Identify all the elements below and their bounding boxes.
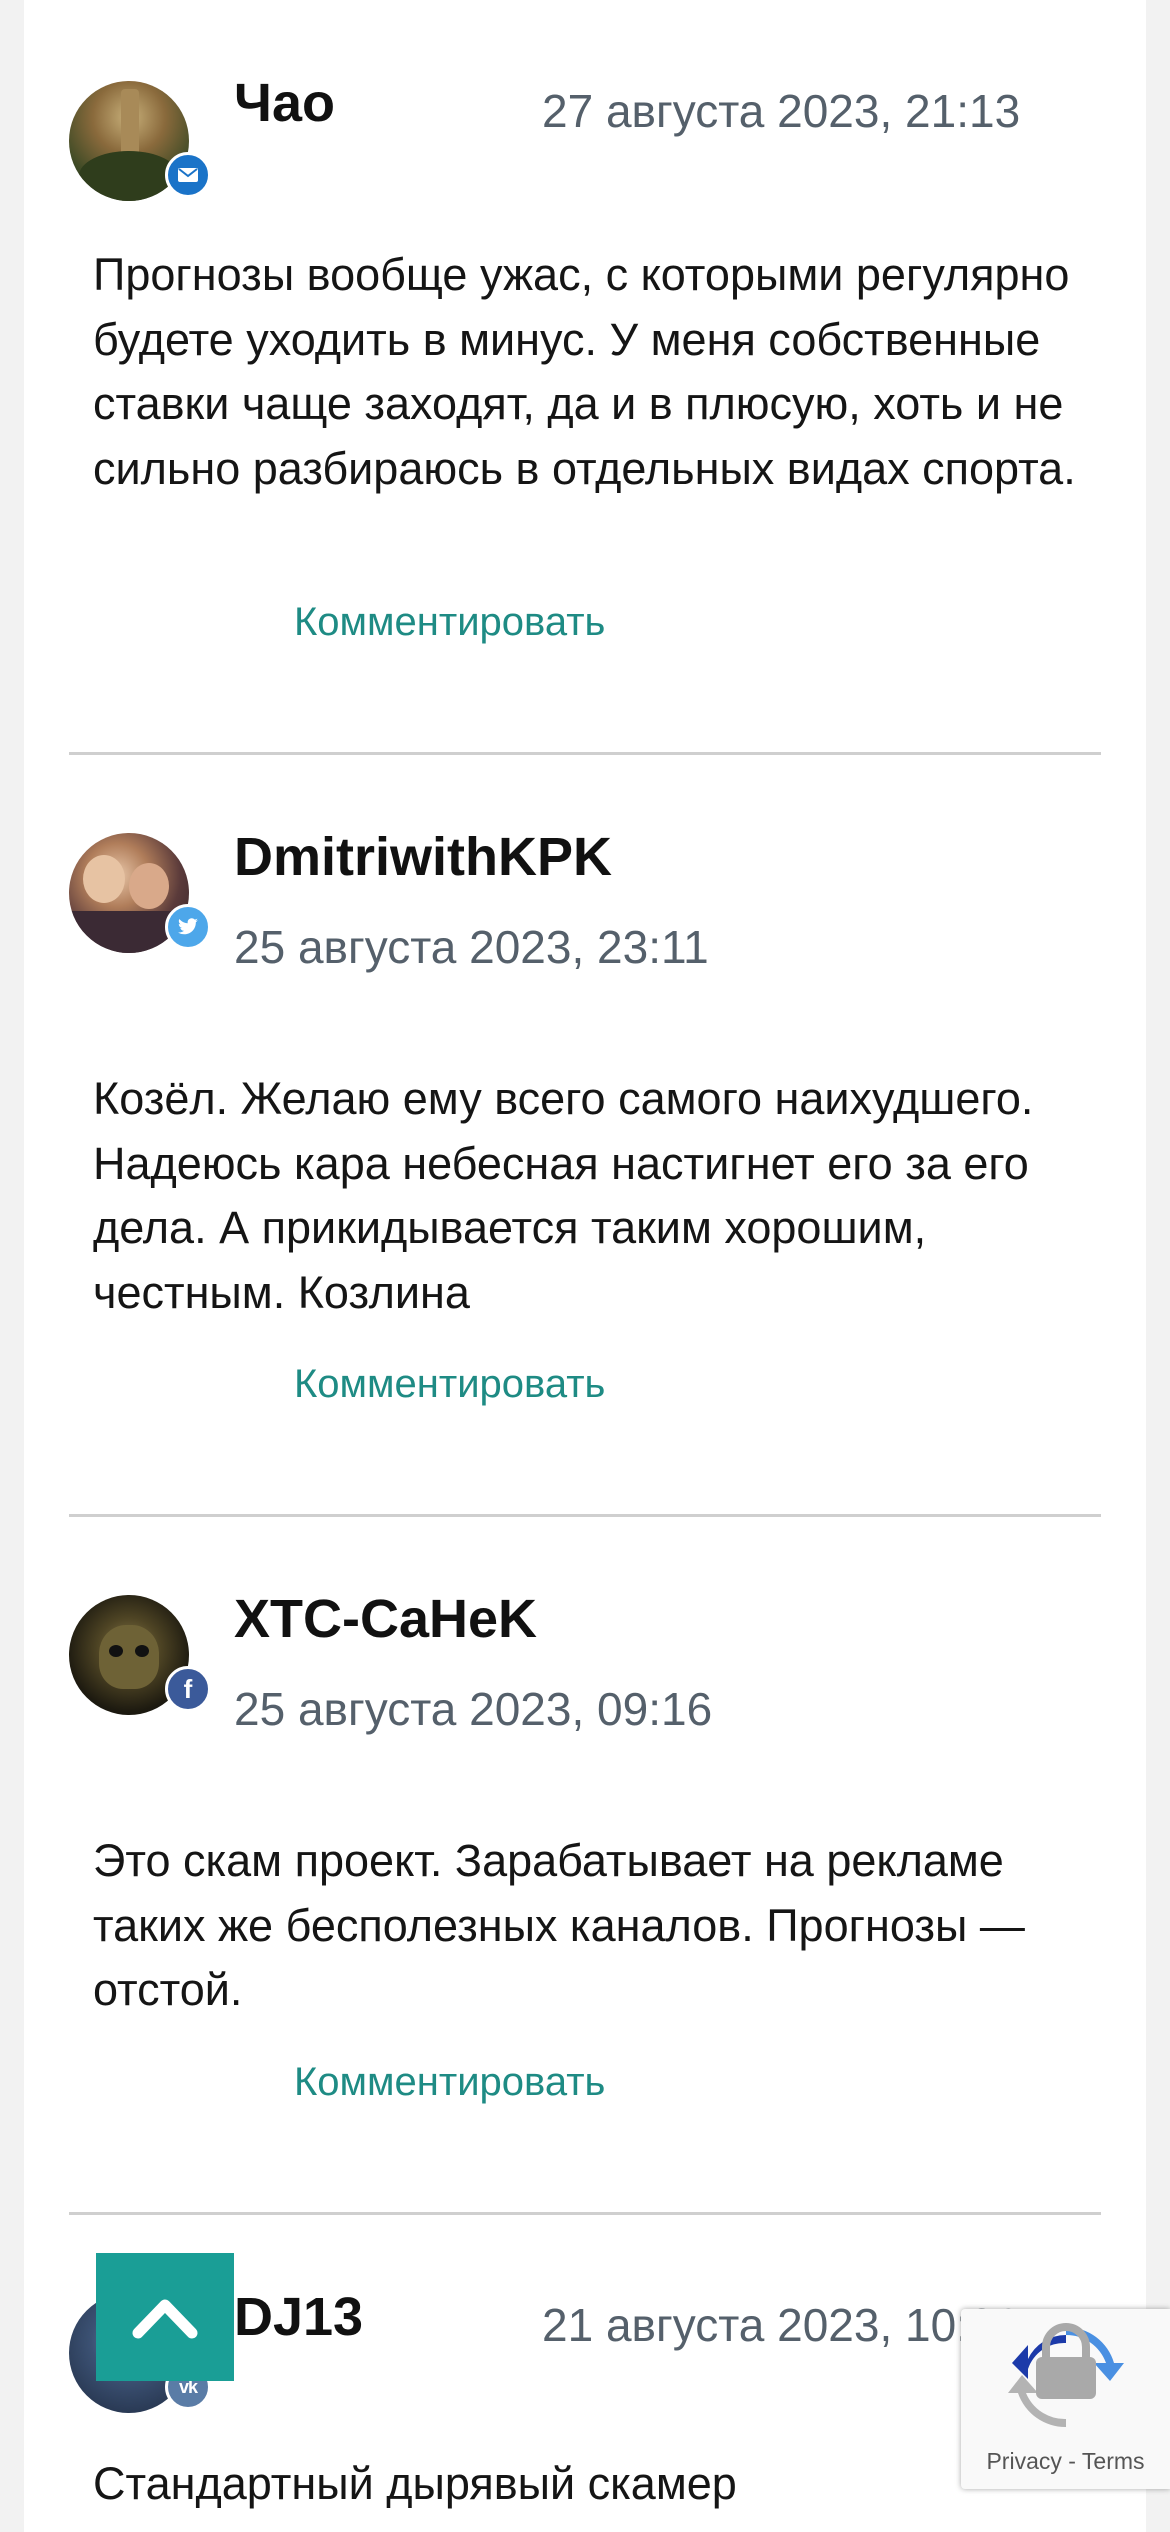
comment-author: Чао (234, 73, 335, 133)
recaptcha-terms-link[interactable]: Terms (1082, 2448, 1145, 2474)
comment-text: Это скам проект. Зарабатывает на рекламе… (93, 1835, 1025, 2015)
comments-page: Чао 27 августа 2023, 21:13 Прогнозы вооб… (24, 0, 1146, 2532)
mail-icon (165, 152, 211, 198)
recaptcha-icon (1008, 2323, 1124, 2428)
comment-date: 27 августа 2023, 21:13 (542, 85, 1021, 137)
recaptcha-privacy-link[interactable]: Privacy (986, 2448, 1061, 2474)
comment-author: XTC-CaHeK (234, 1589, 538, 1649)
scroll-to-top-button[interactable] (96, 2253, 234, 2381)
comment-text: Козёл. Желаю ему всего самого наихудшего… (93, 1073, 1034, 1318)
chevron-up-icon (132, 2299, 198, 2339)
comment-text: Прогнозы вообще ужас, с которыми регуляр… (93, 249, 1076, 494)
comment-date: 25 августа 2023, 09:16 (234, 1683, 713, 1735)
reply-button[interactable]: Комментировать (294, 2060, 605, 2105)
comment-text: Стандартный дырявый скамер (93, 2458, 737, 2509)
comment-author: DJ13 (234, 2287, 364, 2347)
recaptcha-badge[interactable]: Privacy - Terms (961, 2309, 1170, 2489)
recaptcha-links: Privacy - Terms (961, 2448, 1170, 2475)
comment-divider (69, 1514, 1101, 1517)
comment-divider (69, 752, 1101, 755)
comment-date: 21 августа 2023, 10:36 (542, 2299, 1021, 2351)
facebook-icon: f (165, 1666, 211, 1712)
comment-author: DmitriwithKPK (234, 827, 612, 887)
twitter-icon (165, 904, 211, 950)
comment-date: 25 августа 2023, 23:11 (234, 921, 709, 973)
recaptcha-separator: - (1068, 2448, 1076, 2474)
reply-button[interactable]: Комментировать (294, 600, 605, 645)
reply-button[interactable]: Комментировать (294, 1362, 605, 1407)
comment-divider (69, 2212, 1101, 2215)
